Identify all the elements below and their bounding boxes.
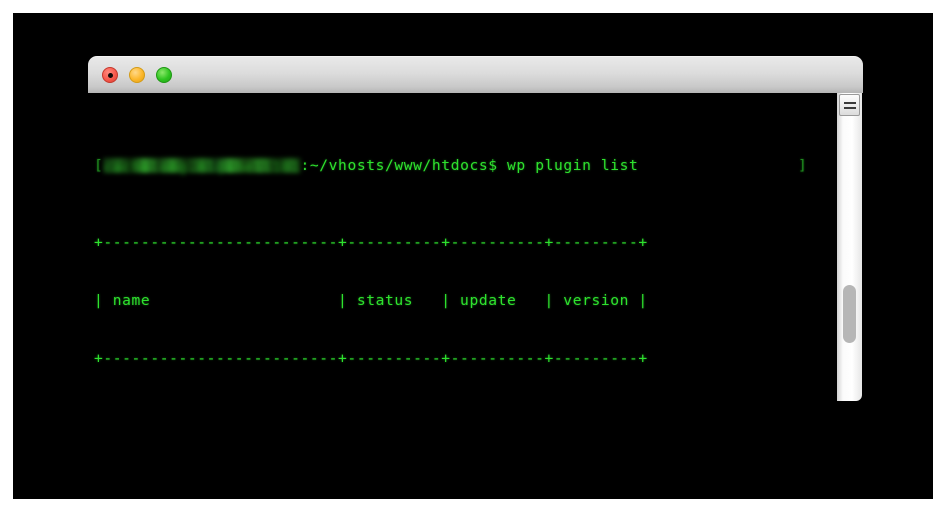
minimize-button[interactable]: [129, 67, 145, 83]
table-rule-top: +-------------------------+----------+--…: [94, 234, 648, 252]
prompt-line: [cacholong.nl@shell101:~/vhosts/www/htdo…: [94, 156, 837, 176]
list-line-2: [843, 106, 856, 109]
prompt-open-bracket: [: [94, 156, 104, 174]
list-lines-icon[interactable]: [839, 94, 860, 116]
terminal-scrollbar[interactable]: [837, 93, 862, 401]
zoom-button[interactable]: [156, 67, 172, 83]
table-rule-mid: +-------------------------+----------+--…: [94, 349, 648, 367]
window-controls: [102, 67, 172, 83]
terminal-body[interactable]: [cacholong.nl@shell101:~/vhosts/www/htdo…: [88, 93, 863, 401]
table-header-row: | name | status | update | version |: [94, 291, 648, 309]
scrollbar-thumb[interactable]: [843, 285, 856, 343]
prompt-close-bracket: ]: [798, 156, 808, 174]
terminal-window: [cacholong.nl@shell101:~/vhosts/www/htdo…: [88, 56, 863, 401]
terminal-screen[interactable]: [cacholong.nl@shell101:~/vhosts/www/htdo…: [88, 93, 837, 401]
prompt-userhost: cacholong.nl@shell101: [103, 157, 301, 176]
list-line-1: [843, 101, 856, 104]
window-titlebar[interactable]: [88, 56, 863, 93]
close-button[interactable]: [102, 67, 118, 83]
prompt-path: :~/vhosts/www/htdocs$: [300, 156, 498, 174]
prompt-command: wp plugin list: [507, 156, 639, 174]
